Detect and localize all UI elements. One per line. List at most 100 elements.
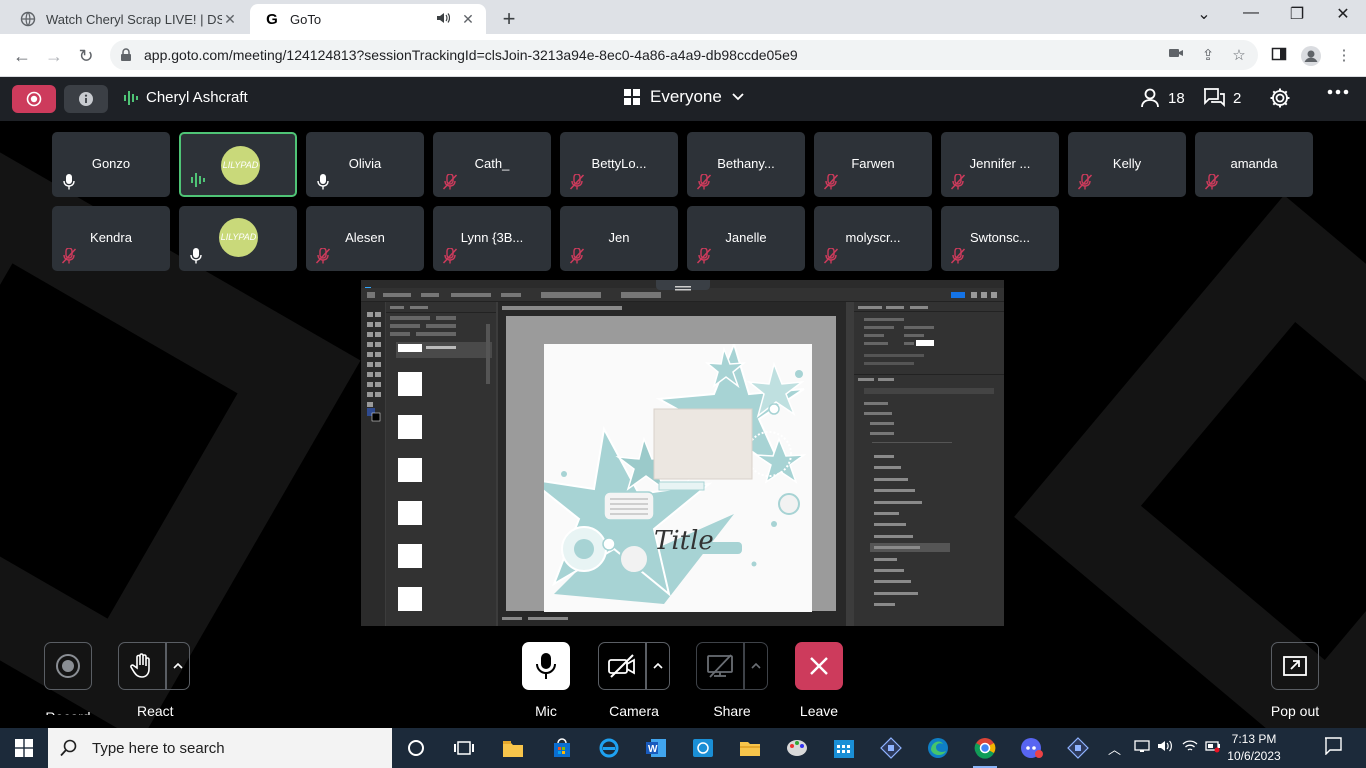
participant-tile[interactable]: Lynn {3B... xyxy=(433,206,551,271)
meeting-info-button[interactable] xyxy=(64,85,108,113)
camera-control[interactable]: Camera xyxy=(598,642,670,719)
network-adapter-icon[interactable] xyxy=(1134,739,1150,756)
ps-layer-row xyxy=(870,555,950,564)
mic-button[interactable] xyxy=(522,642,570,690)
share-options-caret[interactable] xyxy=(744,642,768,690)
participant-tile[interactable]: molyscr... xyxy=(814,206,932,271)
store-icon[interactable] xyxy=(548,734,576,762)
mic-control[interactable]: Mic xyxy=(522,642,570,719)
participant-tile[interactable]: Kendra xyxy=(52,206,170,271)
share-icon[interactable]: ⇪ xyxy=(1198,46,1218,66)
record-button[interactable] xyxy=(44,642,92,690)
start-button[interactable] xyxy=(0,728,48,768)
discord-icon[interactable] xyxy=(1018,734,1046,762)
participant-name: Kelly xyxy=(1112,156,1142,171)
cortana-icon[interactable] xyxy=(402,734,430,762)
show-hidden-icons-chevron-icon[interactable]: ︿ xyxy=(1108,739,1121,758)
participant-tile[interactable]: Alesen xyxy=(306,206,424,271)
taskbar-search[interactable]: Type here to search xyxy=(48,728,392,768)
more-horizontal-icon[interactable] xyxy=(1327,89,1349,95)
document-pasteboard: Title xyxy=(506,316,836,612)
chrome-icon[interactable] xyxy=(971,734,999,768)
browser-tab-inactive[interactable]: Watch Cheryl Scrap LIVE! | DSD 2 ✕ xyxy=(6,4,248,34)
leave-control[interactable]: Leave xyxy=(795,642,843,719)
browser-tab-active[interactable]: G GoTo ✕ xyxy=(250,4,486,34)
back-arrow-icon[interactable]: ← xyxy=(10,44,34,68)
participant-tile[interactable]: LILYPAD xyxy=(179,132,297,197)
more-vert-icon[interactable]: ⋮ xyxy=(1334,46,1354,66)
participant-tile[interactable]: Jen xyxy=(560,206,678,271)
participant-tile[interactable]: Swtonsc... xyxy=(941,206,1059,271)
battery-icon[interactable] xyxy=(1205,739,1221,756)
forward-arrow-icon[interactable]: → xyxy=(42,44,66,68)
popout-button[interactable] xyxy=(1271,642,1319,690)
taskbar-clock[interactable]: 7:13 PM 10/6/2023 xyxy=(1222,731,1286,765)
photoshop-elements-icon[interactable] xyxy=(877,734,905,762)
svg-text:W: W xyxy=(648,744,658,755)
participant-tile[interactable]: Jennifer ... xyxy=(941,132,1059,197)
tab-close-icon[interactable]: ✕ xyxy=(460,11,476,28)
mic-muted-icon xyxy=(695,247,713,265)
chat-button[interactable]: 2 xyxy=(1203,88,1241,108)
new-tab-plus-icon[interactable]: + xyxy=(497,6,521,32)
participant-tile[interactable]: Farwen xyxy=(814,132,932,197)
participant-tile[interactable]: Gonzo xyxy=(52,132,170,197)
restore-icon[interactable]: ❐ xyxy=(1274,4,1320,24)
reload-icon[interactable]: ↻ xyxy=(74,44,98,68)
notifications-icon[interactable] xyxy=(1324,737,1342,758)
participant-avatar: LILYPAD xyxy=(219,218,258,257)
participant-tile[interactable]: Cath_ xyxy=(433,132,551,197)
share-control[interactable]: Share xyxy=(696,642,768,719)
word-icon[interactable]: W xyxy=(642,734,670,762)
participant-tile[interactable]: Olivia xyxy=(306,132,424,197)
file-explorer-pinned-icon[interactable] xyxy=(499,734,527,762)
mic-muted-icon xyxy=(695,173,713,191)
settings-button[interactable] xyxy=(1269,87,1291,109)
participants-button[interactable]: 18 xyxy=(1140,88,1185,108)
file-explorer-icon[interactable] xyxy=(736,734,764,762)
participant-tile[interactable]: Kelly xyxy=(1068,132,1186,197)
react-options-caret[interactable] xyxy=(166,642,190,690)
camera-indicator-icon[interactable] xyxy=(1166,46,1186,66)
speaker-icon[interactable] xyxy=(436,12,451,27)
tab-close-icon[interactable]: ✕ xyxy=(222,11,238,28)
shared-screen[interactable]: Title xyxy=(361,280,1004,626)
popout-control[interactable]: Pop out xyxy=(1265,642,1325,719)
share-button[interactable] xyxy=(696,642,744,690)
internet-explorer-icon[interactable] xyxy=(595,734,623,762)
task-view-icon[interactable] xyxy=(450,734,478,762)
leave-button[interactable] xyxy=(795,642,843,690)
react-control[interactable]: React xyxy=(118,642,190,719)
side-panel-icon[interactable] xyxy=(1269,46,1289,66)
address-bar[interactable]: app.goto.com/meeting/124124813?sessionTr… xyxy=(110,40,1258,70)
mic-muted-icon xyxy=(314,247,332,265)
close-window-icon[interactable]: ✕ xyxy=(1320,4,1366,24)
camera-options-caret[interactable] xyxy=(646,642,670,690)
paint-icon[interactable] xyxy=(783,734,811,762)
clock-date: 10/6/2023 xyxy=(1227,749,1281,763)
record-control[interactable]: Record xyxy=(44,642,92,715)
mic-muted-icon xyxy=(441,173,459,191)
participant-tile[interactable]: amanda xyxy=(1195,132,1313,197)
minimize-icon[interactable]: — xyxy=(1228,4,1274,22)
camera-button[interactable] xyxy=(598,642,646,690)
participant-tile[interactable]: Bethany... xyxy=(687,132,805,197)
bookmark-star-icon[interactable]: ☆ xyxy=(1229,46,1249,66)
share-drag-handle[interactable] xyxy=(656,280,710,291)
app-icon[interactable] xyxy=(689,734,717,762)
view-selector-dropdown[interactable]: Everyone xyxy=(624,87,744,107)
photoshop-elements-running-icon[interactable] xyxy=(1064,734,1092,762)
wifi-icon[interactable] xyxy=(1182,739,1198,756)
edge-icon[interactable] xyxy=(924,734,952,762)
participant-tile[interactable]: LILYPAD xyxy=(179,206,297,271)
tab-search-chevron-icon[interactable]: ⌄ xyxy=(1181,4,1227,24)
participant-tile[interactable]: Janelle xyxy=(687,206,805,271)
react-button[interactable] xyxy=(118,642,166,690)
participant-tile[interactable]: BettyLo... xyxy=(560,132,678,197)
share-label: Share xyxy=(713,703,751,719)
calendar-icon[interactable] xyxy=(830,734,858,762)
profile-avatar-icon[interactable] xyxy=(1301,46,1321,66)
participant-name: Cath_ xyxy=(474,156,510,171)
recording-indicator-button[interactable] xyxy=(12,85,56,113)
volume-icon[interactable] xyxy=(1157,739,1173,756)
